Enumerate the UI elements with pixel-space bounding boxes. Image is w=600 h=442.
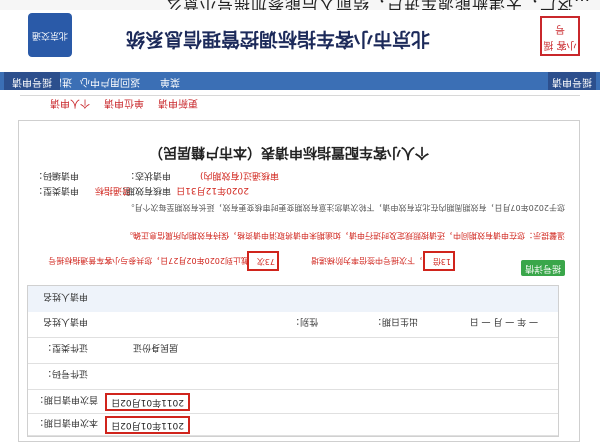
site-logo: 北京交通: [28, 13, 72, 57]
nav-menu-hint[interactable]: 菜单: [160, 73, 180, 89]
table-row: 证件号码：: [28, 363, 558, 390]
panel-title: 个人小客车配置指标申请表（本市户籍居民）: [149, 144, 429, 160]
stamp-logo: 小客 摇号: [540, 16, 580, 56]
applicant-name-label: 申请人姓名: [42, 291, 88, 301]
id-no-label: 证件号码：: [42, 368, 88, 378]
count-b-box: 13倍: [423, 251, 455, 271]
subnav-renew-apply[interactable]: 更新申请: [158, 97, 198, 112]
first-apply-date: 2011年01月02日: [105, 393, 190, 411]
tab-lottery-apply[interactable]: 摇号申请: [548, 72, 596, 90]
gender-label: 性别：: [290, 316, 318, 326]
apply-type-label: 申请类型：: [33, 185, 79, 195]
notice-validity: 您于2020年07月日，有效期周期内在北京有效申请，下轮次请您注意有效期变更时审…: [126, 203, 565, 212]
apply-no-label: 申请编码：: [33, 170, 79, 180]
caption-strip: …这广，天津新能源车进户，结前入后能参加摇号小意么: [0, 0, 600, 10]
id-type-label: 证件类型：: [42, 342, 88, 352]
table-row: 首次申请日期： 2011年01月02日: [28, 389, 558, 414]
caption-text: …这广，天津新能源车进户，结前入后能参加摇号小意么: [164, 0, 590, 10]
logo-text: 北京交通: [32, 30, 69, 40]
table-row: 本次申请日期： 2011年01月02日: [28, 413, 558, 436]
nav-return-user-center[interactable]: 返回用户中心: [80, 73, 140, 89]
applicant-info-table: 申请人姓名 申请人姓名 性别： 出生日期： 一 年 一 月 一 日 证件类型： …: [27, 285, 559, 437]
table-header-row: 申请人姓名: [28, 286, 558, 312]
valid-label: 审核有效期：: [116, 185, 171, 195]
subnav-bar: 个人申请 单位申请 更新申请: [20, 95, 580, 114]
application-panel: 个人小客车配置指标申请表（本市户籍居民） 申请编码： 申请类型： 普通指标 申请…: [18, 120, 580, 442]
sidebar-tab-lottery[interactable]: 摇号申请: [4, 72, 60, 90]
birth-value: 一 年 一 月 一 日: [469, 316, 538, 326]
status-value: 审核通过(有效期内): [199, 170, 279, 180]
this-apply-label: 本次申请日期：: [34, 417, 98, 427]
subnav-personal-apply[interactable]: 个人申请: [50, 97, 90, 112]
status-label: 申请状态：: [125, 170, 171, 180]
applicant-name-label-2: 申请人姓名: [42, 316, 88, 326]
lottery-detail-button[interactable]: 摇号详情: [521, 260, 565, 276]
table-row: 证件类型： 居民身份证: [28, 337, 558, 364]
notice-tip: 温馨提示：您在申请有效期间中，还请按照规定及时进行申请，如逾期未申请将取消申请资…: [125, 231, 565, 240]
site-title: 北京市小客车指标调控管理信息系统: [125, 28, 430, 50]
notice-count-prefix: 截止到2020年02月27日，您共参与小客车普通指标摇号: [48, 256, 249, 265]
lottery-count: 73次: [256, 257, 275, 266]
multiplier-count: 13倍: [432, 257, 451, 266]
rotated-page: 小客 摇号 北京市小客车指标调控管理信息系统 北京交通 返回用户中心 进出登录 …: [0, 0, 600, 442]
top-navbar: 返回用户中心 进出登录 菜单: [0, 72, 600, 90]
notice-count-suffix: ，下次摇号中签倍率为阶梯递增: [311, 256, 423, 265]
id-type-value: 居民身份证: [132, 342, 178, 352]
first-apply-label: 首次申请日期：: [34, 394, 98, 404]
birth-label: 出生日期：: [372, 316, 418, 326]
valid-value: 2020年12月31日: [176, 185, 249, 195]
count-a-box: 73次: [247, 251, 279, 271]
table-row: 申请人姓名 性别： 出生日期： 一 年 一 月 一 日: [28, 311, 558, 338]
seal-text: 小客 摇号: [543, 23, 577, 50]
subnav-unit-apply[interactable]: 单位申请: [104, 97, 144, 112]
this-apply-date: 2011年01月02日: [105, 416, 190, 434]
